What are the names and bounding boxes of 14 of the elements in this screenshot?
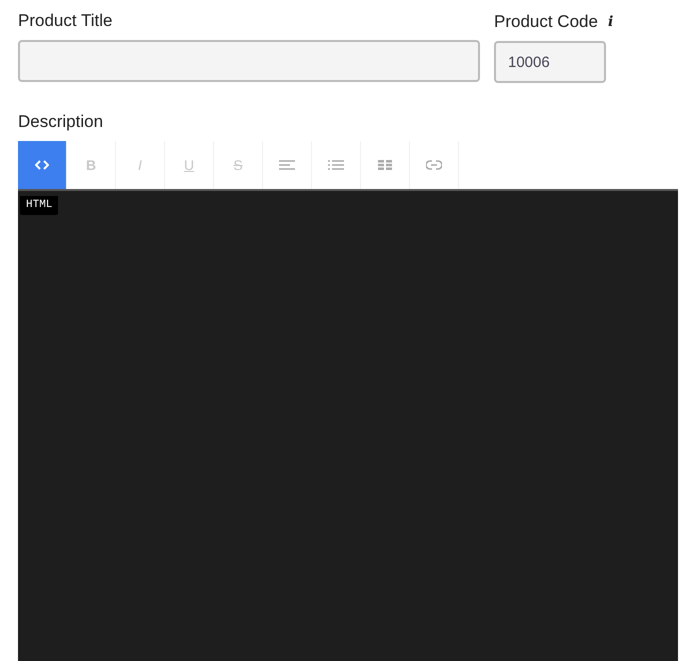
info-icon[interactable]: i bbox=[608, 12, 614, 32]
code-editor[interactable]: HTML bbox=[18, 189, 678, 661]
table-icon bbox=[378, 160, 392, 170]
product-title-field[interactable] bbox=[18, 40, 480, 82]
field-label: Product Code bbox=[494, 11, 598, 34]
product-code-field[interactable]: 10006 bbox=[494, 41, 606, 83]
field-label: Product Title bbox=[18, 10, 114, 32]
link-icon bbox=[426, 160, 442, 170]
align-left-icon bbox=[279, 160, 295, 170]
mode-badge: HTML bbox=[20, 196, 58, 214]
list-icon bbox=[328, 160, 344, 170]
toolbar-button[interactable] bbox=[18, 141, 67, 189]
code-icon bbox=[35, 160, 49, 170]
field-label: Description bbox=[18, 111, 104, 133]
